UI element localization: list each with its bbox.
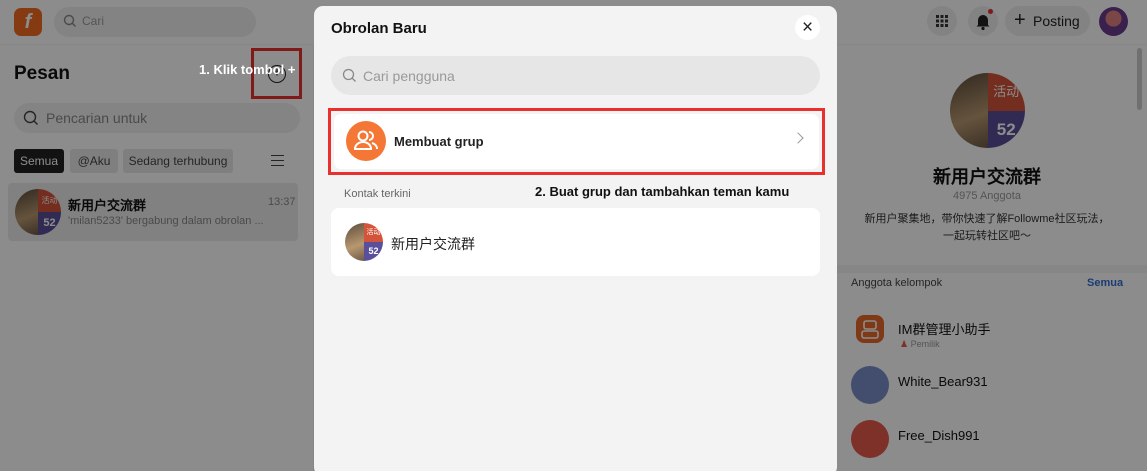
create-group-highlight: Membuat grup bbox=[328, 108, 825, 175]
user-search-input[interactable] bbox=[363, 56, 803, 95]
close-button[interactable]: × bbox=[795, 15, 820, 40]
modal-title: Obrolan Baru bbox=[331, 20, 427, 37]
close-icon: × bbox=[801, 17, 814, 38]
recent-contacts-heading: Kontak terkini bbox=[344, 188, 411, 200]
create-group-button[interactable]: Membuat grup bbox=[334, 114, 819, 169]
new-chat-modal: Obrolan Baru × Membuat grup Kontak terki… bbox=[314, 6, 837, 471]
step2-annotation: 2. Buat grup dan tambahkan teman kamu bbox=[535, 184, 790, 199]
group-icon bbox=[346, 121, 386, 161]
step1-annotation: 1. Klik tombol + bbox=[199, 62, 296, 77]
contact-name: 新用户交流群 bbox=[391, 236, 475, 252]
user-search-field[interactable] bbox=[331, 56, 820, 95]
create-group-label: Membuat grup bbox=[394, 134, 484, 149]
search-icon bbox=[342, 68, 356, 82]
contact-avatar: 活动 52 bbox=[345, 223, 383, 261]
recent-contact-item[interactable]: 活动 52 新用户交流群 bbox=[331, 208, 820, 276]
chevron-right-icon bbox=[792, 132, 804, 144]
